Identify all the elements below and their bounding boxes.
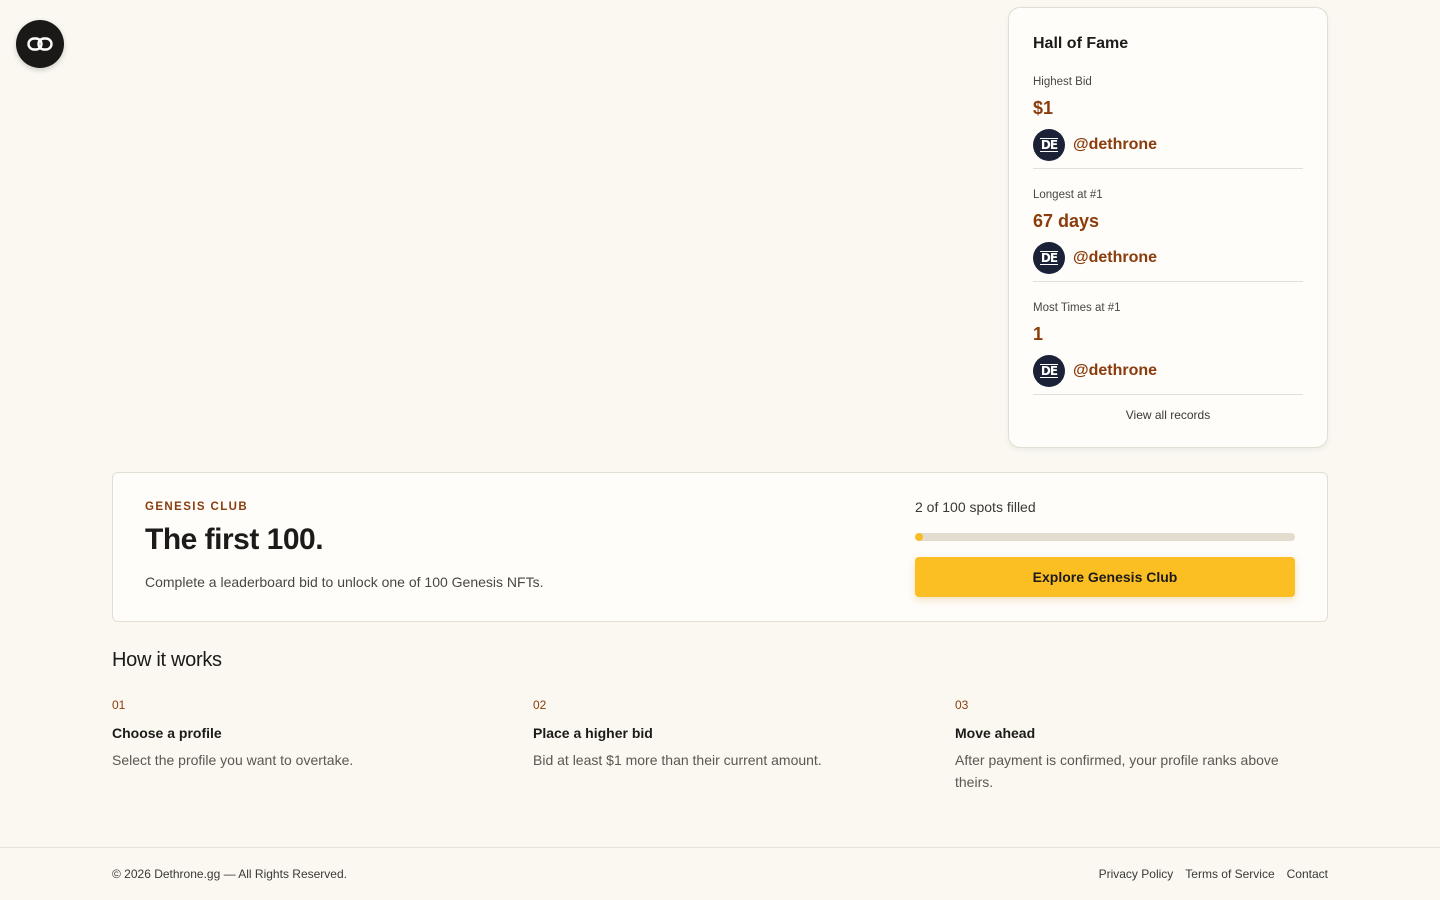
view-all-records-link[interactable]: View all records bbox=[1009, 408, 1327, 422]
spots-filled-text: 2 of 100 spots filled bbox=[915, 499, 1036, 515]
infinity-link-icon bbox=[27, 37, 53, 51]
step-number: 01 bbox=[112, 698, 126, 712]
copyright-text: © 2026 Dethrone.gg — All Rights Reserved… bbox=[112, 867, 347, 881]
privacy-policy-link[interactable]: Privacy Policy bbox=[1099, 867, 1174, 881]
record-most-times-at-1: Most Times at #1 1 DE @dethrone bbox=[1033, 302, 1303, 387]
contact-link[interactable]: Contact bbox=[1287, 867, 1328, 881]
record-label: Longest at #1 bbox=[1033, 189, 1103, 201]
genesis-title: The first 100. bbox=[145, 523, 324, 556]
hall-of-fame-title: Hall of Fame bbox=[1033, 35, 1129, 52]
how-it-works-title: How it works bbox=[112, 649, 222, 671]
record-holder[interactable]: DE @dethrone bbox=[1033, 355, 1303, 387]
divider bbox=[1033, 394, 1303, 395]
explore-genesis-club-button[interactable]: Explore Genesis Club bbox=[915, 557, 1295, 597]
step-1: 01 Choose a profile Select the profile y… bbox=[112, 698, 472, 771]
holder-name: @dethrone bbox=[1073, 249, 1158, 266]
record-value: $1 bbox=[1033, 98, 1054, 118]
avatar: DE bbox=[1033, 355, 1065, 387]
step-number: 02 bbox=[533, 698, 547, 712]
genesis-club-card: GENESIS CLUB The first 100. Complete a l… bbox=[112, 472, 1328, 622]
step-3: 03 Move ahead After payment is confirmed… bbox=[955, 698, 1315, 793]
genesis-description: Complete a leaderboard bid to unlock one… bbox=[145, 574, 544, 590]
step-title: Move ahead bbox=[955, 725, 1036, 741]
genesis-eyebrow: GENESIS CLUB bbox=[145, 501, 249, 513]
step-description: Bid at least $1 more than their current … bbox=[533, 752, 822, 768]
holder-name: @dethrone bbox=[1073, 362, 1158, 379]
step-title: Choose a profile bbox=[112, 725, 222, 741]
record-longest-at-1: Longest at #1 67 days DE @dethrone bbox=[1033, 189, 1303, 274]
footer-links: Privacy Policy Terms of Service Contact bbox=[1099, 867, 1328, 881]
hall-of-fame-card: Hall of Fame Highest Bid $1 DE @dethrone… bbox=[1008, 7, 1328, 448]
step-description: After payment is confirmed, your profile… bbox=[955, 752, 1279, 790]
terms-of-service-link[interactable]: Terms of Service bbox=[1185, 867, 1274, 881]
holder-name: @dethrone bbox=[1073, 136, 1158, 153]
record-value: 67 days bbox=[1033, 211, 1100, 231]
avatar: DE bbox=[1033, 129, 1065, 161]
step-description: Select the profile you want to overtake. bbox=[112, 752, 354, 768]
step-2: 02 Place a higher bid Bid at least $1 mo… bbox=[533, 698, 893, 771]
divider bbox=[1033, 281, 1303, 282]
record-label: Highest Bid bbox=[1033, 76, 1092, 88]
spots-progress-fill bbox=[915, 533, 923, 541]
logo-button[interactable] bbox=[16, 20, 64, 68]
record-holder[interactable]: DE @dethrone bbox=[1033, 129, 1303, 161]
step-title: Place a higher bid bbox=[533, 725, 653, 741]
record-value: 1 bbox=[1033, 324, 1044, 344]
record-label: Most Times at #1 bbox=[1033, 302, 1121, 314]
avatar: DE bbox=[1033, 242, 1065, 274]
spots-progress-bar bbox=[915, 533, 1295, 541]
record-highest-bid: Highest Bid $1 DE @dethrone bbox=[1033, 76, 1303, 161]
record-holder[interactable]: DE @dethrone bbox=[1033, 242, 1303, 274]
footer-divider bbox=[0, 847, 1440, 848]
step-number: 03 bbox=[955, 698, 969, 712]
divider bbox=[1033, 168, 1303, 169]
